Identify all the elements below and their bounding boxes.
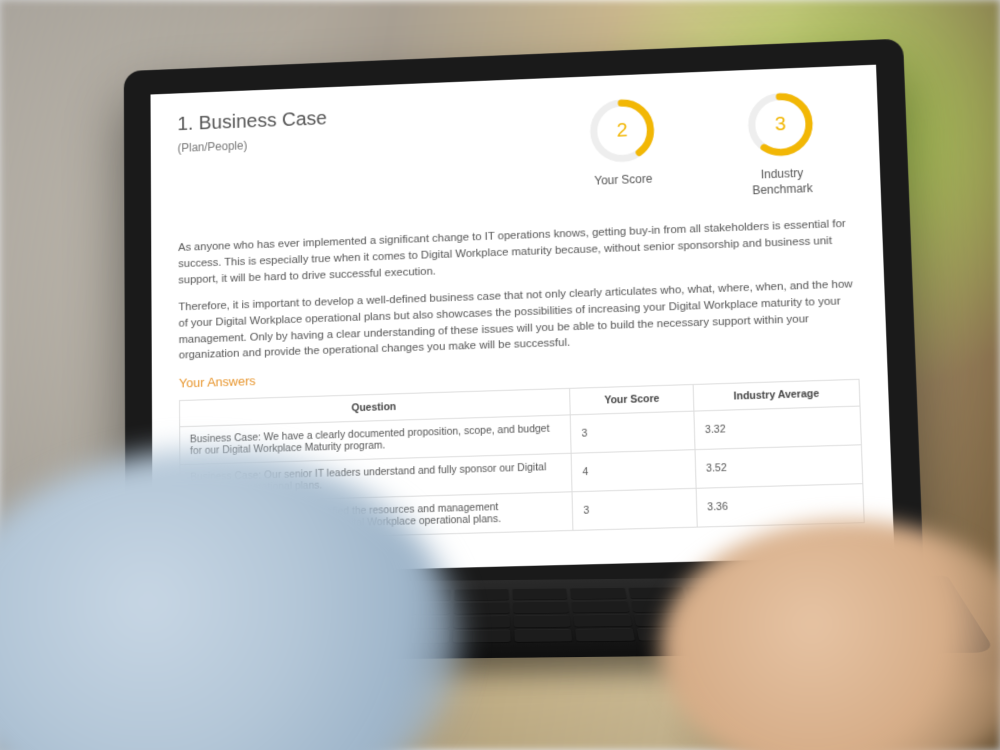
paragraph: Therefore, it is important to develop a … — [178, 277, 858, 365]
gauge-label-your-score: Your Score — [554, 170, 693, 190]
gauge-benchmark: 3 IndustryBenchmark — [710, 87, 853, 200]
cell-your-score: 3 — [571, 411, 695, 453]
col-your-score: Your Score — [570, 384, 694, 414]
gauge-ring-your-score: 2 — [586, 95, 659, 167]
cell-your-score: 4 — [572, 450, 697, 492]
cell-industry-avg: 3.52 — [695, 445, 863, 489]
section-body: As anyone who has ever implemented a sig… — [178, 216, 858, 364]
gauge-ring-benchmark: 3 — [744, 88, 818, 160]
paragraph: As anyone who has ever implemented a sig… — [178, 216, 855, 288]
section-header: 1. Business Case (Plan/People) 2 Your Sc… — [177, 87, 852, 220]
gauge-your-score: 2 Your Score — [553, 93, 693, 190]
gauge-value-your-score: 2 — [586, 95, 659, 167]
cell-industry-avg: 3.32 — [694, 406, 861, 450]
cell-your-score: 3 — [572, 488, 697, 530]
gauge-label-benchmark: IndustryBenchmark — [712, 164, 853, 199]
gauge-value-benchmark: 3 — [744, 88, 818, 160]
